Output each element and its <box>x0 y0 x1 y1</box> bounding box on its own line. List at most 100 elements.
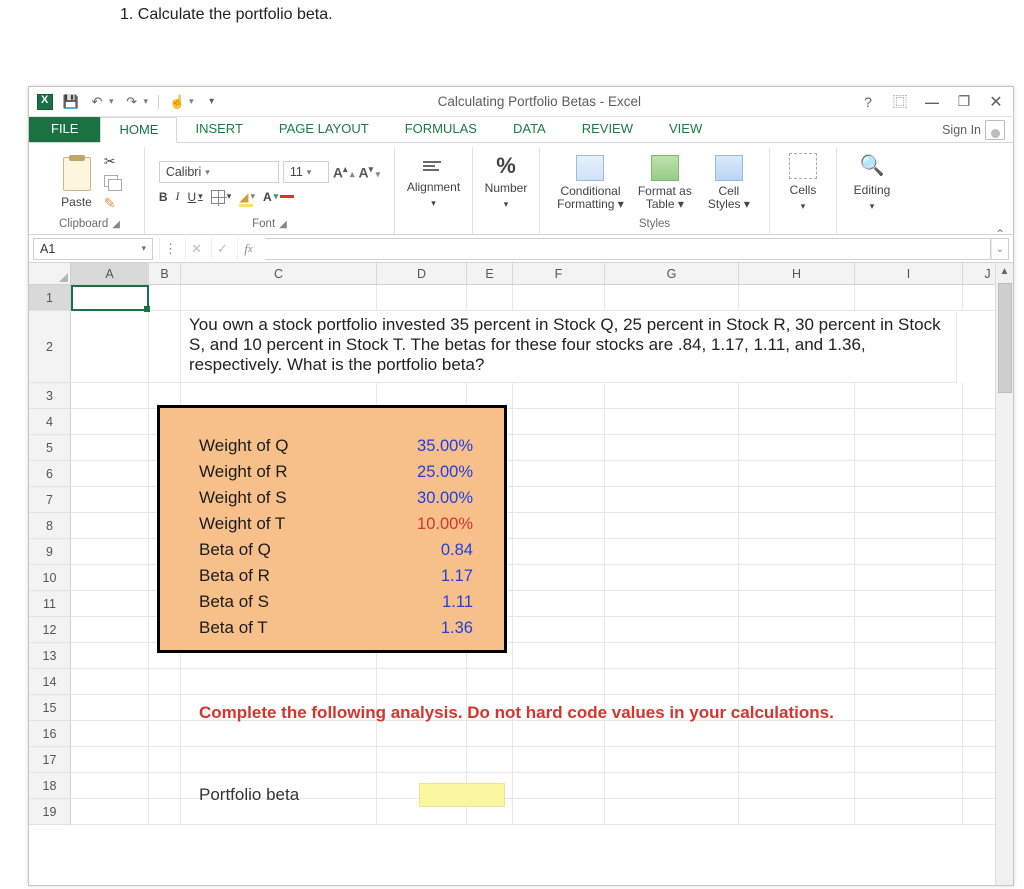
col-header-B[interactable]: B <box>149 263 181 284</box>
row-header[interactable]: 11 <box>29 591 71 617</box>
fx-more-icon[interactable]: ⋮ <box>159 238 181 260</box>
undo-icon[interactable]: ↶ <box>89 94 105 110</box>
cell[interactable] <box>71 513 149 539</box>
scroll-up-icon[interactable]: ▲ <box>996 263 1013 281</box>
row-header[interactable]: 14 <box>29 669 71 695</box>
cell[interactable] <box>739 747 855 773</box>
cell[interactable] <box>71 747 149 773</box>
spreadsheet-grid[interactable]: A B C D E F G H I J 1 2 You <box>29 263 1013 885</box>
cell[interactable] <box>739 285 855 311</box>
cell-styles-button[interactable]: CellStyles ▾ <box>706 155 752 211</box>
cell[interactable] <box>855 513 963 539</box>
cell[interactable] <box>71 643 149 669</box>
cell[interactable] <box>513 643 605 669</box>
cell[interactable] <box>605 617 739 643</box>
cell[interactable] <box>739 435 855 461</box>
cell[interactable] <box>605 721 739 747</box>
cell[interactable] <box>71 311 149 383</box>
cell[interactable] <box>71 409 149 435</box>
cell[interactable] <box>71 773 149 799</box>
cell[interactable] <box>71 617 149 643</box>
copy-icon[interactable] <box>104 174 118 191</box>
cell[interactable] <box>739 591 855 617</box>
cell[interactable] <box>467 721 513 747</box>
borders-button[interactable]: ▾ <box>211 190 232 204</box>
row-header[interactable]: 16 <box>29 721 71 747</box>
cell[interactable] <box>739 773 855 799</box>
tab-insert[interactable]: INSERT <box>177 117 260 142</box>
row-header[interactable]: 7 <box>29 487 71 513</box>
row-header[interactable]: 6 <box>29 461 71 487</box>
cell[interactable] <box>855 617 963 643</box>
qat-customize-icon[interactable]: ▾ <box>204 94 220 110</box>
cell[interactable] <box>855 487 963 513</box>
cell[interactable] <box>739 643 855 669</box>
save-icon[interactable]: 💾 <box>63 94 79 110</box>
cell[interactable] <box>855 383 963 409</box>
conditional-formatting-button[interactable]: ConditionalFormatting ▾ <box>557 155 624 211</box>
col-header-E[interactable]: E <box>467 263 513 284</box>
tab-data[interactable]: DATA <box>495 117 564 142</box>
alignment-button[interactable]: Alignment ▾ <box>407 156 460 209</box>
cell[interactable] <box>855 747 963 773</box>
fx-icon[interactable]: fx <box>237 238 259 260</box>
row-header[interactable]: 13 <box>29 643 71 669</box>
cell[interactable] <box>71 591 149 617</box>
sign-in[interactable]: Sign In <box>942 117 1013 142</box>
scroll-thumb[interactable] <box>998 283 1012 393</box>
cell[interactable] <box>605 487 739 513</box>
cell[interactable] <box>71 539 149 565</box>
cell[interactable] <box>513 591 605 617</box>
cell[interactable] <box>181 747 377 773</box>
cell[interactable] <box>739 721 855 747</box>
cell[interactable] <box>149 311 181 383</box>
cell[interactable] <box>513 773 605 799</box>
select-all-corner[interactable] <box>29 263 71 284</box>
row-header[interactable]: 18 <box>29 773 71 799</box>
undo-dropdown-icon[interactable]: ▾ <box>109 96 114 107</box>
increase-font-icon[interactable]: A▴ <box>333 164 355 181</box>
cell[interactable] <box>513 799 605 825</box>
cell[interactable] <box>513 487 605 513</box>
touch-mode-icon[interactable]: ☝ <box>169 94 185 110</box>
tab-home[interactable]: HOME <box>100 117 177 143</box>
row-header[interactable]: 9 <box>29 539 71 565</box>
ribbon-display-icon[interactable]: ⿴ <box>891 92 909 112</box>
cell[interactable] <box>513 409 605 435</box>
cell[interactable] <box>739 565 855 591</box>
cell[interactable] <box>605 747 739 773</box>
cell[interactable] <box>605 669 739 695</box>
cell[interactable] <box>855 799 963 825</box>
cell[interactable] <box>605 461 739 487</box>
cell[interactable] <box>739 669 855 695</box>
cell[interactable] <box>149 669 181 695</box>
cell[interactable] <box>739 383 855 409</box>
cell[interactable] <box>855 643 963 669</box>
input-value[interactable]: 0.84 <box>389 541 479 560</box>
row-header[interactable]: 19 <box>29 799 71 825</box>
clipboard-launcher-icon[interactable]: ◢ <box>112 219 120 230</box>
cell[interactable] <box>377 747 467 773</box>
cell[interactable] <box>739 513 855 539</box>
cell[interactable] <box>467 285 513 311</box>
col-header-C[interactable]: C <box>181 263 377 284</box>
cell[interactable] <box>71 669 149 695</box>
underline-button[interactable]: U ▾ <box>187 190 202 204</box>
cell[interactable] <box>855 669 963 695</box>
cell[interactable] <box>149 799 181 825</box>
bold-button[interactable]: B <box>159 190 168 204</box>
decrease-font-icon[interactable]: A▾ <box>359 164 381 181</box>
cell[interactable] <box>513 435 605 461</box>
cell[interactable] <box>181 721 377 747</box>
tab-file[interactable]: FILE <box>29 117 100 142</box>
row-header[interactable]: 1 <box>29 285 71 311</box>
italic-button[interactable]: I <box>175 189 179 204</box>
cell[interactable] <box>605 285 739 311</box>
col-header-G[interactable]: G <box>605 263 739 284</box>
cell[interactable] <box>149 695 181 721</box>
cell[interactable] <box>855 461 963 487</box>
tab-view[interactable]: VIEW <box>651 117 720 142</box>
number-button[interactable]: % Number ▾ <box>483 155 529 210</box>
cell[interactable] <box>739 487 855 513</box>
col-header-I[interactable]: I <box>855 263 963 284</box>
